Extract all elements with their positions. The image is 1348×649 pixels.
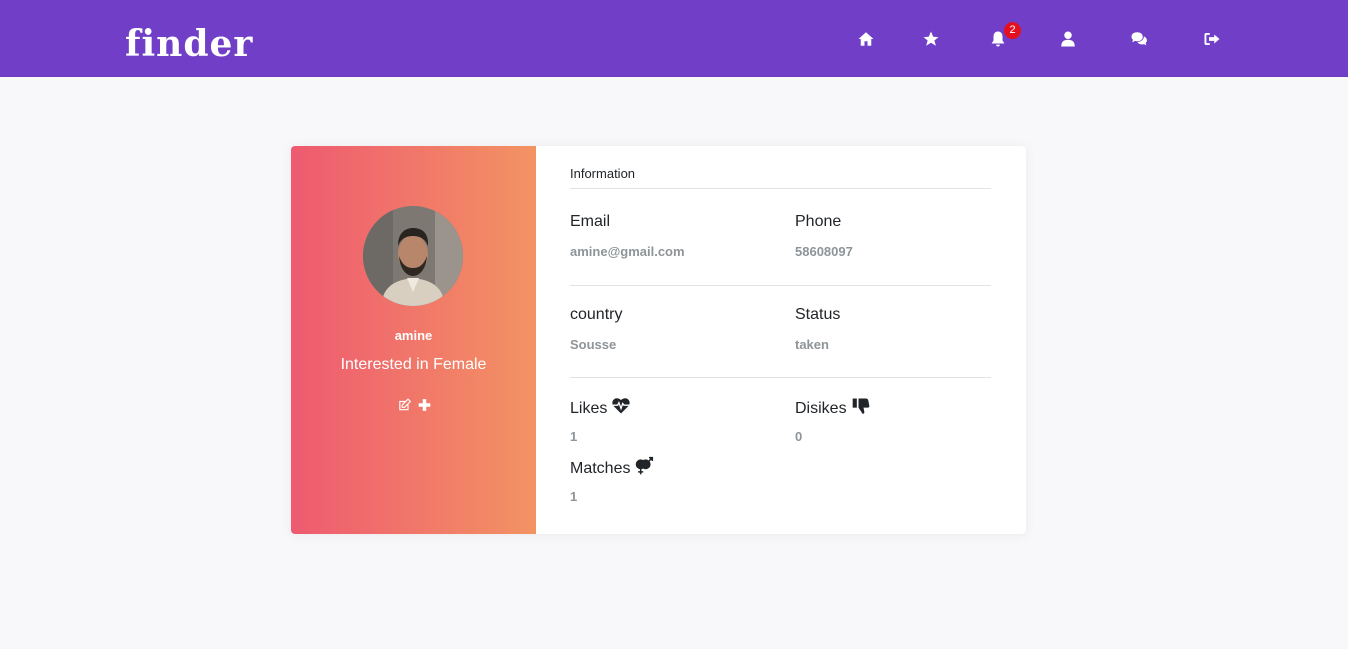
matches-label: Matches <box>570 459 631 477</box>
edit-icon[interactable] <box>396 398 412 412</box>
country-label: country <box>570 306 623 323</box>
thumbs-down-icon <box>851 396 871 421</box>
top-navbar: finder 2 <box>0 0 1348 77</box>
profile-interest: Interested in Female <box>340 356 487 373</box>
section-title: Information <box>570 166 636 181</box>
matches-label-row: Matches <box>570 456 654 481</box>
dislikes-value: 0 <box>795 429 803 444</box>
likes-label-row: Likes <box>570 396 631 421</box>
phone-label: Phone <box>795 213 842 230</box>
sign-out-icon[interactable] <box>1201 28 1223 50</box>
country-value: Sousse <box>570 337 617 352</box>
matches-value: 1 <box>570 489 578 504</box>
user-icon[interactable] <box>1057 28 1079 50</box>
plus-icon[interactable] <box>416 398 432 412</box>
dislikes-label: Disikes <box>795 399 847 417</box>
venus-mars-icon <box>634 456 654 481</box>
app-logo[interactable]: finder <box>125 22 253 66</box>
email-value: amine@gmail.com <box>570 244 685 259</box>
profile-actions <box>396 398 432 412</box>
phone-value: 58608097 <box>795 244 853 259</box>
divider <box>570 188 991 189</box>
avatar <box>363 206 463 306</box>
profile-sidebar: amine Interested in Female <box>291 146 536 534</box>
status-value: taken <box>795 337 829 352</box>
divider <box>570 377 991 378</box>
comments-icon[interactable] <box>1128 28 1150 50</box>
email-label: Email <box>570 213 611 230</box>
likes-value: 1 <box>570 429 578 444</box>
status-label: Status <box>795 306 841 323</box>
profile-card: amine Interested in Female Information E… <box>291 146 1026 534</box>
home-icon[interactable] <box>855 28 877 50</box>
notification-badge: 2 <box>1004 22 1021 39</box>
profile-username: amine <box>394 328 433 343</box>
dislikes-label-row: Disikes <box>795 396 871 421</box>
divider <box>570 285 991 286</box>
star-icon[interactable] <box>920 28 942 50</box>
heartbeat-icon <box>611 396 631 421</box>
likes-label: Likes <box>570 399 608 417</box>
